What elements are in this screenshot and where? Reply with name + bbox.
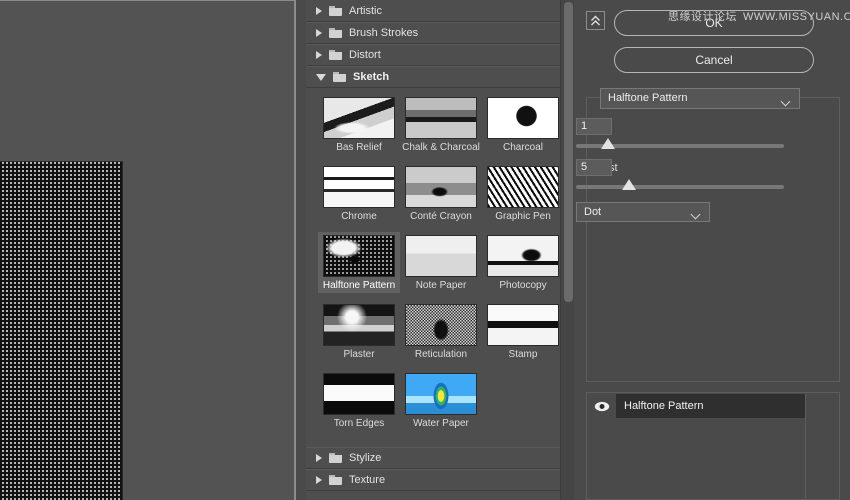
- scrollbar-thumb[interactable]: [564, 2, 573, 302]
- effect-layers-panel[interactable]: Halftone Pattern: [586, 392, 840, 500]
- thumbnail-image: [405, 97, 477, 139]
- thumbnail-label: Water Paper: [413, 418, 469, 429]
- thumbnail-label: Note Paper: [415, 280, 467, 291]
- filter-category-stylize[interactable]: Stylize: [306, 447, 574, 469]
- folder-open-icon: [333, 72, 346, 82]
- pattern-type-dropdown[interactable]: Dot: [576, 202, 710, 222]
- filter-browser-scrollbar[interactable]: [560, 0, 574, 500]
- category-label: Distort: [349, 49, 381, 61]
- thumbnail-label: Torn Edges: [333, 418, 385, 429]
- thumbnail-label: Photocopy: [499, 280, 547, 291]
- filter-thumbnail-charcoal[interactable]: Charcoal: [482, 94, 564, 155]
- thumbnail-image: [323, 235, 395, 277]
- eye-glyph: [594, 401, 610, 411]
- size-input[interactable]: 1: [576, 118, 612, 135]
- filter-category-texture[interactable]: Texture: [306, 469, 574, 491]
- thumbnail-label: Chalk & Charcoal: [402, 142, 480, 153]
- category-label: Brush Strokes: [349, 27, 419, 39]
- filter-preview-canvas[interactable]: [0, 161, 123, 500]
- thumbnail-label: Stamp: [508, 349, 538, 360]
- layer-panel-gutter: [805, 394, 838, 498]
- filter-category-artistic[interactable]: Artistic: [306, 0, 574, 22]
- filter-thumbnail-photocopy[interactable]: Photocopy: [482, 232, 564, 293]
- filter-name-dropdown[interactable]: Halftone Pattern: [600, 88, 800, 109]
- chevron-right-icon: [316, 476, 322, 484]
- contrast-slider-track[interactable]: [576, 185, 784, 189]
- filter-settings-group: [586, 97, 840, 382]
- thumbnail-label: Bas Relief: [336, 142, 382, 153]
- category-label: Artistic: [349, 4, 382, 17]
- thumbnail-image: [323, 304, 395, 346]
- thumbnail-image: [405, 166, 477, 208]
- chevron-right-icon: [316, 29, 322, 37]
- chevron-down-icon: [782, 95, 791, 114]
- thumbnail-label: Charcoal: [502, 142, 544, 153]
- chevron-right-icon: [316, 454, 322, 462]
- filter-thumbnail-bas-relief[interactable]: Bas Relief: [318, 94, 400, 155]
- chevron-down-icon: [316, 73, 326, 81]
- thumbnail-label: Chrome: [341, 211, 377, 222]
- filter-name-value: Halftone Pattern: [608, 92, 688, 104]
- filter-thumbnail-water-paper[interactable]: Water Paper: [400, 370, 482, 431]
- contrast-input[interactable]: 5: [576, 159, 612, 176]
- chevron-right-icon: [316, 51, 322, 59]
- filter-options-panel: OK Cancel Halftone Pattern Size 1 Contra…: [576, 0, 850, 500]
- filter-thumbnail-grid: Bas Relief Chalk & Charcoal Charcoal Chrome…: [306, 88, 574, 447]
- size-slider-handle[interactable]: [601, 138, 616, 149]
- category-label: Texture: [349, 474, 386, 486]
- category-label: Stylize: [349, 452, 382, 464]
- filter-thumbnail-chrome[interactable]: Chrome: [318, 163, 400, 224]
- filter-thumbnail-reticulation[interactable]: Reticulation: [400, 301, 482, 362]
- thumbnail-label: Graphic Pen: [495, 211, 551, 222]
- filter-thumbnail-plaster[interactable]: Plaster: [318, 301, 400, 362]
- folder-icon: [329, 5, 342, 16]
- ok-button[interactable]: OK: [614, 10, 814, 36]
- collapse-panel-button[interactable]: [586, 11, 605, 30]
- folder-icon: [329, 475, 342, 485]
- layer-name: Halftone Pattern: [624, 400, 704, 412]
- double-chevron-up-icon: [591, 15, 600, 25]
- filter-thumbnail-chalk-charcoal[interactable]: Chalk & Charcoal: [400, 94, 482, 155]
- cancel-button[interactable]: Cancel: [614, 47, 814, 73]
- folder-icon: [329, 28, 342, 38]
- folder-icon: [329, 50, 342, 60]
- thumbnail-image: [487, 304, 559, 346]
- filter-category-sketch[interactable]: Sketch: [306, 66, 574, 88]
- list-item[interactable]: Halftone Pattern: [588, 394, 806, 418]
- filter-category-brush-strokes[interactable]: Brush Strokes: [306, 22, 574, 44]
- folder-icon: [329, 453, 342, 463]
- eye-icon[interactable]: [588, 394, 616, 418]
- chevron-right-icon: [316, 6, 322, 15]
- thumbnail-image: [405, 235, 477, 277]
- category-label: Sketch: [353, 71, 390, 83]
- filter-thumbnail-note-paper[interactable]: Note Paper: [400, 232, 482, 293]
- contrast-slider-handle[interactable]: [621, 179, 636, 190]
- thumbnail-label: Reticulation: [414, 349, 468, 360]
- thumbnail-image: [487, 97, 559, 139]
- thumbnail-label: Halftone Pattern: [322, 280, 396, 291]
- preview-pane[interactable]: [0, 0, 296, 500]
- thumbnail-image: [323, 97, 395, 139]
- thumbnail-image: [405, 373, 477, 415]
- filter-thumbnail-stamp[interactable]: Stamp: [482, 301, 564, 362]
- filter-thumbnail-graphic-pen[interactable]: Graphic Pen: [482, 163, 564, 224]
- filter-category-distort[interactable]: Distort: [306, 44, 574, 66]
- thumbnail-image: [487, 166, 559, 208]
- thumbnail-label: Conté Crayon: [410, 211, 472, 222]
- thumbnail-image: [323, 373, 395, 415]
- pattern-type-value: Dot: [584, 206, 602, 218]
- thumbnail-label: Plaster: [343, 349, 375, 360]
- thumbnail-image: [323, 166, 395, 208]
- filter-thumbnail-torn-edges[interactable]: Torn Edges: [318, 370, 400, 431]
- chevron-down-icon: [692, 208, 701, 226]
- filter-gallery-window: Artistic Brush Strokes Distort Sketch Ba…: [0, 0, 850, 500]
- filter-thumbnail-cont-crayon[interactable]: Conté Crayon: [400, 163, 482, 224]
- filter-thumbnail-halftone-pattern[interactable]: Halftone Pattern: [318, 232, 400, 293]
- filter-category-browser[interactable]: Artistic Brush Strokes Distort Sketch Ba…: [306, 0, 574, 500]
- thumbnail-image: [405, 304, 477, 346]
- thumbnail-image: [487, 235, 559, 277]
